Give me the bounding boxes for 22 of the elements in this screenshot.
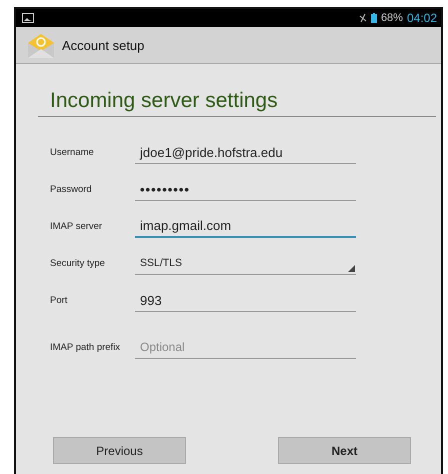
- password-field[interactable]: •••••••••: [135, 178, 356, 200]
- field-label: IMAP server: [49, 221, 104, 232]
- field-label: Port: [49, 295, 68, 306]
- battery-icon: [370, 13, 377, 23]
- security-type-dropdown[interactable]: SSL/TLS: [135, 252, 356, 274]
- next-button[interactable]: Next: [278, 437, 411, 464]
- input-field[interactable]: jdoe1@pride.hofstra.edu: [135, 142, 356, 164]
- input-field[interactable]: 993: [135, 290, 356, 312]
- field-label: Security type: [49, 258, 106, 269]
- clock-time: 04:02: [406, 11, 437, 25]
- section-heading: Incoming server settings: [38, 89, 436, 117]
- battery-percent: 68%: [380, 12, 403, 24]
- mute-icon: [358, 13, 367, 23]
- field-label: Password: [49, 184, 93, 195]
- field-label: Username: [49, 147, 95, 158]
- field-label: IMAP path prefix: [49, 342, 122, 353]
- previous-button[interactable]: Previous: [53, 437, 186, 464]
- input-field[interactable]: imap.gmail.com: [135, 216, 356, 238]
- dropdown-corner-icon: [348, 264, 355, 272]
- app-title: Account setup: [62, 38, 144, 52]
- picture-notification-icon: [22, 13, 34, 23]
- envelope-icon[interactable]: [26, 31, 56, 59]
